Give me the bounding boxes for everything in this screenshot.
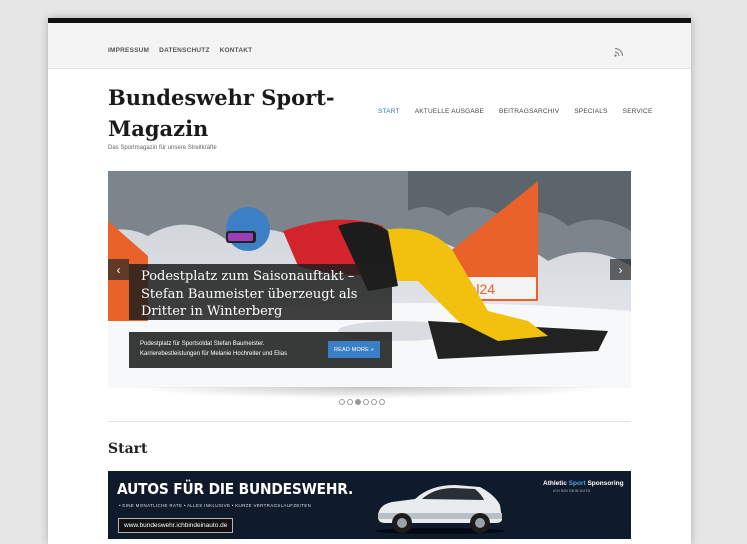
site-title[interactable]: Bundeswehr Sport-Magazin xyxy=(108,82,338,144)
impressum-link[interactable]: IMPRESSUM xyxy=(108,47,149,54)
slider-dot-4[interactable] xyxy=(363,399,369,405)
main-nav: START AKTUELLE AUSGABE BEITRAGSARCHIV SP… xyxy=(378,108,653,115)
ad-banner[interactable]: AUTOS FÜR DIE BUNDESWEHR. • EINE MONATLI… xyxy=(108,471,631,539)
slider-dot-3[interactable] xyxy=(355,399,361,405)
section-heading: Start xyxy=(108,441,148,457)
sponsor-part2: Sport xyxy=(568,480,586,487)
nav-item-start[interactable]: START xyxy=(378,108,400,115)
banner-url[interactable]: www.bundeswehr.ichbindeinauto.de xyxy=(118,518,234,533)
slide-excerpt: Podestplatz für Sportsoldat Stefan Baume… xyxy=(140,341,288,357)
slide-excerpt-box: Podestplatz für Sportsoldat Stefan Baume… xyxy=(129,332,392,368)
sponsor-part3: Sponsoring xyxy=(587,480,624,487)
top-bar: IMPRESSUM DATENSCHUTZ KONTAKT xyxy=(48,23,691,69)
slider-shadow xyxy=(128,387,611,399)
slider-pagination xyxy=(339,399,385,405)
rss-icon[interactable] xyxy=(614,47,624,57)
slide-title[interactable]: Podestplatz zum Saisonauftakt – Stefan B… xyxy=(129,264,392,320)
slider-dot-6[interactable] xyxy=(379,399,385,405)
site-tagline: Das Sportmagazin für unsere Streitkräfte xyxy=(108,145,217,151)
slider-next-button[interactable]: › xyxy=(610,259,631,280)
nav-item-aktuelle-ausgabe[interactable]: AKTUELLE AUSGABE xyxy=(415,108,484,115)
top-nav: IMPRESSUM DATENSCHUTZ KONTAKT xyxy=(108,47,252,54)
nav-item-service[interactable]: SERVICE xyxy=(623,108,653,115)
banner-headline: AUTOS FÜR DIE BUNDESWEHR. xyxy=(117,480,354,498)
sponsor-subtitle: ICH BIN DEIN AUTO xyxy=(553,489,591,493)
slider-dot-5[interactable] xyxy=(371,399,377,405)
slider-dot-2[interactable] xyxy=(347,399,353,405)
slider-prev-button[interactable]: ‹ xyxy=(108,259,129,280)
kontakt-link[interactable]: KONTAKT xyxy=(220,47,253,54)
sponsor-name: Athletic Sport Sponsoring xyxy=(543,480,624,487)
datenschutz-link[interactable]: DATENSCHUTZ xyxy=(159,47,209,54)
nav-item-beitragsarchiv[interactable]: BEITRAGSARCHIV xyxy=(499,108,559,115)
nav-item-specials[interactable]: SPECIALS xyxy=(574,108,607,115)
hero-slider[interactable]: ir8el24 ‹ › Podestplatz zum Saisonauftak… xyxy=(108,171,631,388)
sponsor-part1: Athletic xyxy=(543,480,567,487)
car-image xyxy=(375,485,505,534)
section-divider xyxy=(108,421,631,422)
banner-features: • EINE MONATLICHE RATE • ALLES INKLUSIVE… xyxy=(119,503,312,508)
slider-dot-1[interactable] xyxy=(339,399,345,405)
read-more-button[interactable]: READ MORE » xyxy=(328,341,380,358)
page-container: IMPRESSUM DATENSCHUTZ KONTAKT Bundeswehr… xyxy=(48,18,691,544)
